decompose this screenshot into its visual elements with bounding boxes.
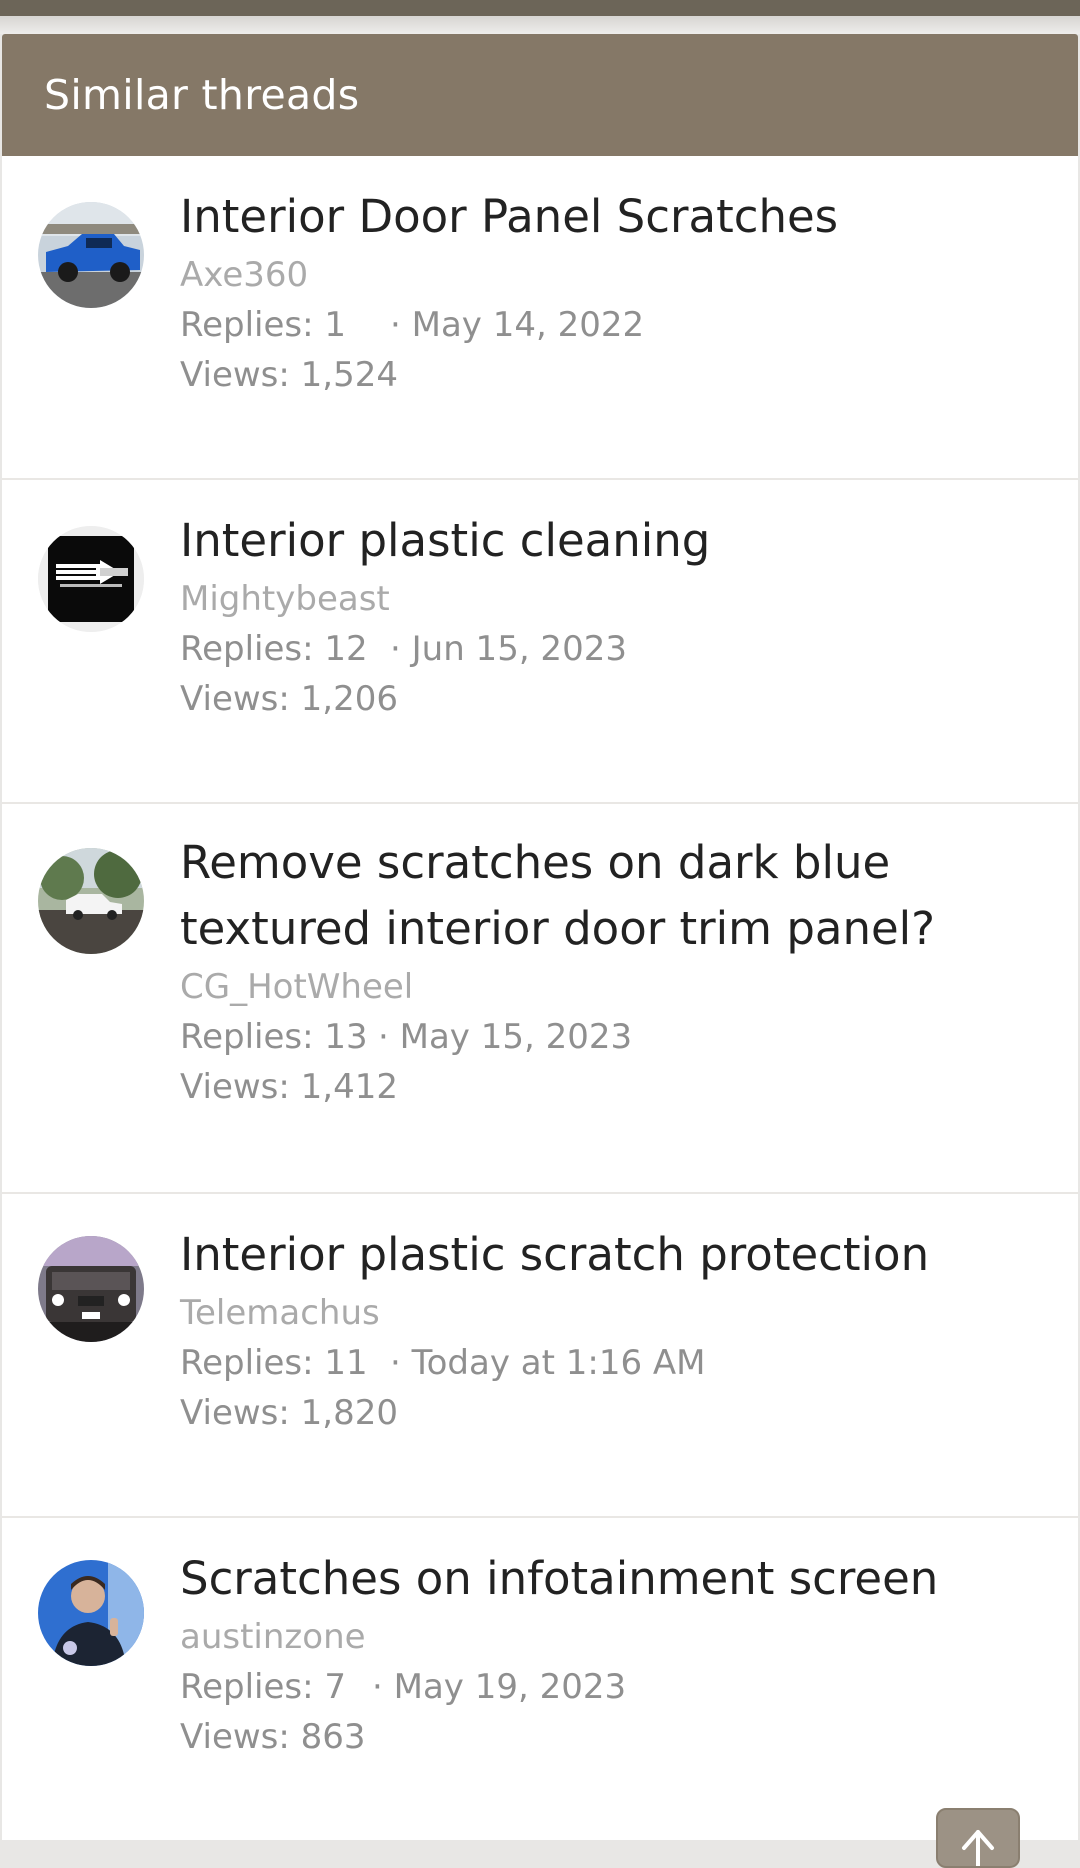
dot-separator: ·: [390, 1343, 401, 1383]
thread-stats-line: Replies: 11 · Today at 1:16 AM: [180, 1338, 1038, 1388]
thread-views: Views: 1,206: [180, 679, 398, 719]
dot-separator: ·: [372, 1667, 383, 1707]
thread-title[interactable]: Scratches on infotainment screen: [180, 1546, 1038, 1612]
scroll-to-top-button[interactable]: [936, 1808, 1020, 1868]
dot-separator: ·: [390, 305, 401, 345]
thread-item[interactable]: Interior Door Panel Scratches Axe360 Rep…: [2, 156, 1078, 480]
thread-stats-line: Replies: 7 · May 19, 2023: [180, 1662, 1038, 1712]
blue-truck-avatar-icon: [38, 202, 144, 308]
thread-replies: Replies: 11: [180, 1343, 368, 1383]
flag-logo-avatar-icon: [38, 526, 144, 632]
truck-front-avatar-icon: [38, 1236, 144, 1342]
thread-item[interactable]: Remove scratches on dark blue textured i…: [2, 804, 1078, 1194]
thread-stats-line: Replies: 13 · May 15, 2023: [180, 1012, 1038, 1062]
avatar[interactable]: [38, 202, 144, 308]
dot-separator: ·: [378, 1017, 389, 1057]
thread-author[interactable]: austinzone: [180, 1612, 1038, 1662]
thread-views: Views: 1,820: [180, 1393, 398, 1433]
top-bar-shadow: [0, 16, 1080, 34]
thread-title[interactable]: Interior plastic cleaning: [180, 508, 1038, 574]
panel-header-title: Similar threads: [2, 34, 1078, 156]
thread-replies: Replies: 13: [180, 1017, 368, 1057]
thread-stats-line: Replies: 1 · May 14, 2022: [180, 300, 1038, 350]
dot-separator: ·: [390, 629, 401, 669]
white-truck-outdoors-avatar-icon: [38, 848, 144, 954]
thread-author[interactable]: Mightybeast: [180, 574, 1038, 624]
person-photo-avatar-icon: [38, 1560, 144, 1666]
thread-title[interactable]: Interior Door Panel Scratches: [180, 184, 1038, 250]
thread-replies: Replies: 1: [180, 305, 347, 345]
thread-views: Views: 863: [180, 1717, 366, 1757]
thread-item[interactable]: Interior plastic scratch protection Tele…: [2, 1194, 1078, 1518]
thread-author[interactable]: Telemachus: [180, 1288, 1038, 1338]
avatar[interactable]: [38, 526, 144, 632]
arrow-up-icon: [962, 1830, 994, 1866]
avatar[interactable]: [38, 848, 144, 954]
thread-item[interactable]: Interior plastic cleaning Mightybeast Re…: [2, 480, 1078, 804]
avatar[interactable]: [38, 1236, 144, 1342]
thread-views: Views: 1,524: [180, 355, 398, 395]
thread-replies: Replies: 12: [180, 629, 368, 669]
thread-views: Views: 1,412: [180, 1067, 398, 1107]
thread-title[interactable]: Interior plastic scratch protection: [180, 1222, 1038, 1288]
thread-date[interactable]: May 15, 2023: [400, 1012, 633, 1062]
thread-date[interactable]: Today at 1:16 AM: [412, 1338, 706, 1388]
thread-author[interactable]: CG_HotWheel: [180, 962, 1038, 1012]
thread-date[interactable]: Jun 15, 2023: [412, 624, 627, 674]
thread-author[interactable]: Axe360: [180, 250, 1038, 300]
thread-date[interactable]: May 19, 2023: [394, 1662, 627, 1712]
thread-stats-line: Replies: 12 · Jun 15, 2023: [180, 624, 1038, 674]
thread-item[interactable]: Scratches on infotainment screen austinz…: [2, 1518, 1078, 1840]
similar-threads-panel: Similar threads Interior Door Panel Scra…: [2, 34, 1078, 1840]
thread-date[interactable]: May 14, 2022: [412, 300, 645, 350]
top-bar: [0, 0, 1080, 16]
thread-title[interactable]: Remove scratches on dark blue textured i…: [180, 830, 1038, 962]
avatar[interactable]: [38, 1560, 144, 1666]
thread-replies: Replies: 7: [180, 1667, 347, 1707]
